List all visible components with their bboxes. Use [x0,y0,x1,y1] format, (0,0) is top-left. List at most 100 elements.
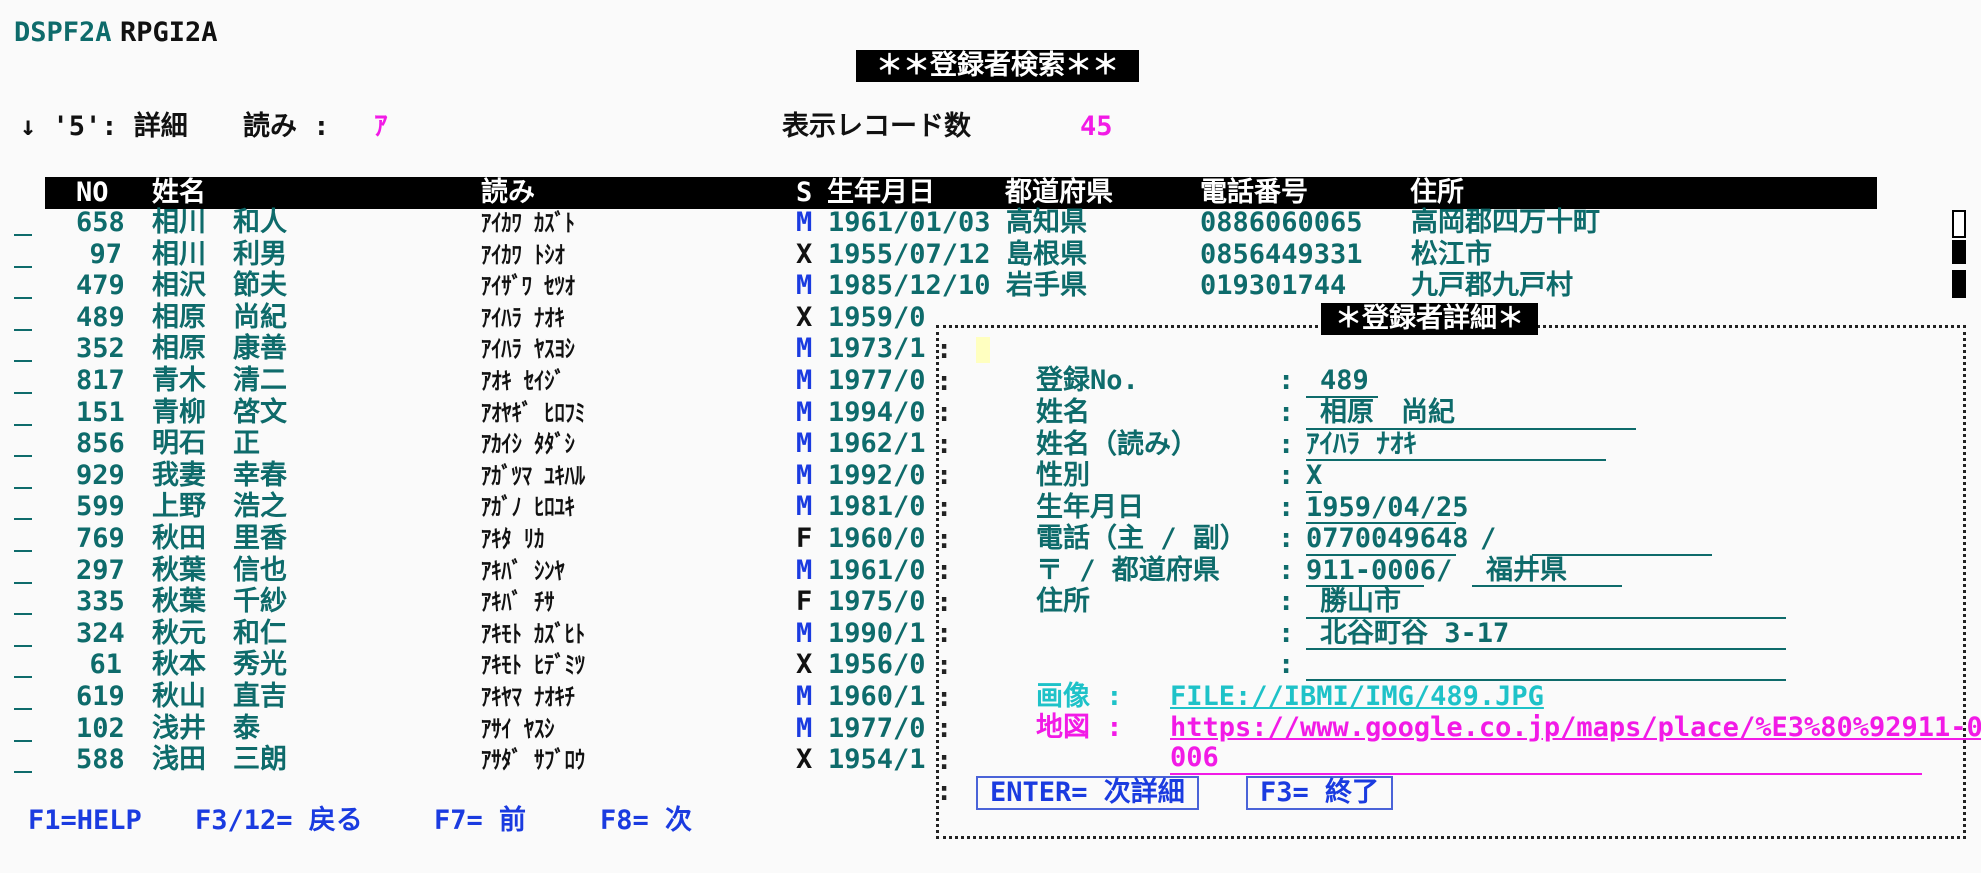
row-no: 856 [76,428,125,459]
row-sex: M [796,681,813,712]
field-colon: : [1278,460,1295,491]
zip-separator: / [1436,555,1453,586]
row-birth: 1961/0 [828,555,926,586]
row-name: 上野 浩之 [152,491,287,522]
row-kana: ｱｲｶﾜ ｶｽﾞﾄ [481,209,575,237]
value-tel-main: 0770049648 [1306,523,1469,554]
program-id-rpg: RPGI2A [120,17,218,48]
value-address-1: 勝山市 [1320,586,1401,617]
col-pref: 都道府県 [1005,177,1113,208]
f8-next-key[interactable]: F8= 次 [600,806,692,836]
row-option-input[interactable] [14,550,32,552]
row-option-input[interactable] [14,708,32,710]
value-zip: 911-0006 [1306,555,1437,586]
row-no: 151 [76,397,125,428]
row-sex: X [796,302,813,333]
row-option-input[interactable] [14,582,32,584]
row-birth: 1994/0 [828,397,926,428]
row-option-input[interactable] [14,487,32,489]
row-birth: 1960/0 [828,523,926,554]
row-no: 352 [76,333,125,364]
screen-title: ＊＊登録者検索＊＊ [856,50,1139,82]
row-option-input[interactable] [14,518,32,520]
row-kana: ｱｷﾔﾏ ﾅｵｷﾁ [481,683,575,711]
map-label: 地図 : [1036,712,1123,743]
underline-map-url [1170,773,1922,775]
row-sex: X [796,649,813,680]
row-option-input[interactable] [14,329,32,331]
row-no: 324 [76,618,125,649]
window-border-colon: : [936,555,953,587]
row-sex: M [796,397,813,428]
map-url-link-cont[interactable]: 006 [1170,743,1219,773]
row-name: 秋元 和仁 [152,618,287,649]
row-no: 929 [76,460,125,491]
label-tel: 電話（主 / 副） [1036,523,1247,554]
row-kana: ｱｲﾊﾗ ﾔｽﾖｼ [481,335,575,363]
row-name: 青柳 啓文 [152,397,287,428]
col-birth: 生年月日 [827,177,935,208]
scrollbar-thumb[interactable] [1952,240,1966,264]
reading-label: 読み : [243,111,330,142]
option-hint: ↓ '5': 詳細 [20,111,188,142]
field-colon: : [1278,649,1295,680]
row-birth: 1959/0 [828,302,926,333]
label-name: 姓名 [1036,397,1090,428]
row-option-input[interactable] [14,424,32,426]
row-sex: M [796,365,813,396]
label-reg-no: 登録No. [1036,365,1139,396]
scrollbar-track[interactable] [1952,270,1966,298]
row-option-input[interactable] [14,740,32,742]
f3-back-key[interactable]: F3/12= 戻る [195,806,363,836]
row-option-input[interactable] [14,234,32,236]
row-sex: M [796,618,813,649]
window-border-colon: : [936,744,953,776]
row-option-input[interactable] [14,266,32,268]
label-birth: 生年月日 [1036,492,1144,523]
window-border-colon: : [936,365,953,397]
col-tel: 電話番号 [1200,177,1308,208]
row-name: 明石 正 [152,428,260,459]
row-kana: ｱｷﾊﾞ ﾁｻ [481,588,555,616]
window-border-colon: : [936,523,953,555]
row-birth: 1977/0 [828,365,926,396]
label-sex: 性別 [1036,460,1090,491]
row-birth: 1955/07/12 [828,239,991,270]
row-option-input[interactable] [14,392,32,394]
enter-next-detail-button[interactable]: ENTER= 次詳細 [976,776,1199,810]
row-option-input[interactable] [14,360,32,362]
row-no: 102 [76,713,125,744]
row-no: 817 [76,365,125,396]
f7-prev-key[interactable]: F7= 前 [434,806,526,836]
row-name: 相原 尚紀 [152,302,287,333]
map-url-link[interactable]: https://www.google.co.jp/maps/place/%E3%… [1170,713,1981,743]
window-border-colon: : [936,586,953,618]
reading-input[interactable]: ｱ [374,112,388,142]
row-no: 97 [89,239,122,270]
column-header-bar: NO 姓名 読み S 生年月日 都道府県 電話番号 住所 [45,177,1877,209]
f1-help-key[interactable]: F1=HELP [28,806,142,836]
image-path-link[interactable]: FILE://IBMI/IMG/489.JPG [1170,682,1544,712]
window-border-colon: : [936,460,953,492]
row-tel: 019301744 [1200,270,1347,301]
row-no: 297 [76,555,125,586]
underline-address-2 [1306,648,1786,650]
row-option-input[interactable] [14,645,32,647]
row-no: 61 [89,649,122,680]
row-sex: M [796,555,813,586]
value-kana: ｱｲﾊﾗ ﾅｵｷ [1306,429,1417,460]
f3-exit-button[interactable]: F3= 終了 [1246,776,1394,810]
underline-pref [1472,585,1622,587]
row-no: 599 [76,491,125,522]
row-option-input[interactable] [14,771,32,773]
row-option-input[interactable] [14,455,32,457]
row-birth: 1985/12/10 [828,270,991,301]
scroll-up-icon[interactable] [1952,210,1966,238]
row-addr: 松江市 [1411,239,1492,270]
row-kana: ｱｶﾞﾉ ﾋﾛﾕｷ [481,493,575,521]
row-sex: F [796,523,813,554]
row-birth: 1973/1 [828,333,926,364]
row-option-input[interactable] [14,613,32,615]
row-option-input[interactable] [14,676,32,678]
row-option-input[interactable] [14,297,32,299]
